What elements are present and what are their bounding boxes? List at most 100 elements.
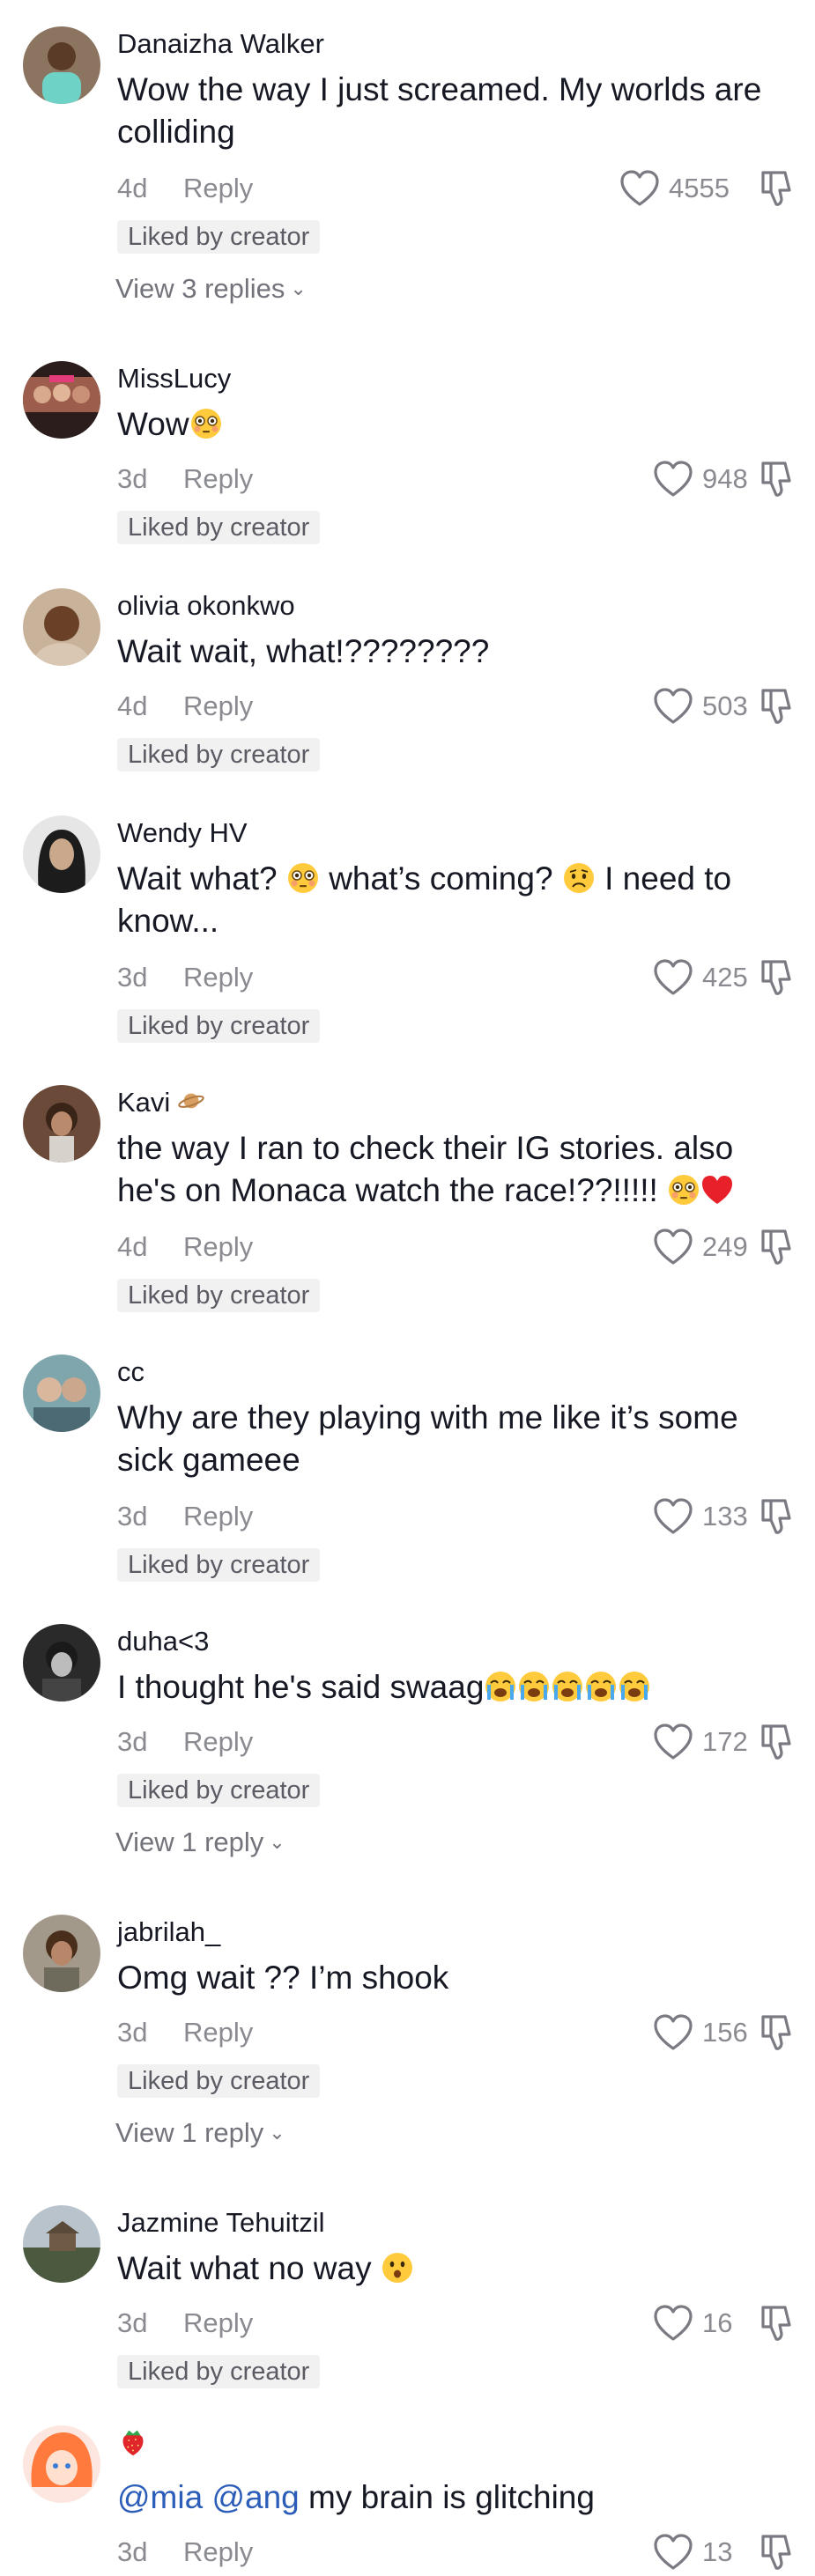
comment-username[interactable]: cc bbox=[117, 1356, 144, 1388]
comment-text: Wait what no way bbox=[117, 2248, 769, 2290]
reply-button[interactable]: Reply bbox=[183, 2307, 253, 2339]
comment-username-text: Kavi bbox=[117, 1087, 171, 1118]
reply-button[interactable]: Reply bbox=[183, 2017, 253, 2048]
thumbs-down-icon[interactable] bbox=[759, 2533, 794, 2572]
comment-meta: 3d Reply 13 bbox=[117, 2533, 796, 2572]
like-group: 948 bbox=[584, 460, 796, 498]
chevron-down-icon: ⌄ bbox=[269, 1831, 285, 1853]
liked-by-creator-badge: Liked by creator bbox=[117, 2355, 321, 2388]
thumbs-down-icon[interactable] bbox=[759, 1497, 794, 1536]
comment-username[interactable]: olivia okonkwo bbox=[117, 590, 295, 622]
flushed-emoji-icon bbox=[189, 407, 223, 440]
view-replies-button[interactable]: View 1 reply ⌄ bbox=[115, 2117, 285, 2149]
chevron-down-icon: ⌄ bbox=[269, 2122, 285, 2144]
comment-meta: 3d Reply 172 bbox=[117, 1723, 796, 1761]
avatar[interactable] bbox=[23, 816, 100, 893]
worried-emoji-icon bbox=[562, 861, 596, 895]
heart-outline-icon[interactable] bbox=[619, 169, 660, 208]
comment-time: 4d bbox=[117, 1231, 148, 1262]
comment-text: Why are they playing with me like it’s s… bbox=[117, 1399, 738, 1478]
comment-text-content: the way I ran to check their IG stories.… bbox=[117, 1130, 734, 1208]
reply-button[interactable]: Reply bbox=[183, 1231, 253, 1263]
view-replies-button[interactable]: View 3 replies ⌄ bbox=[115, 273, 307, 305]
like-group: 503 bbox=[584, 687, 796, 726]
thumbs-down-icon[interactable] bbox=[759, 460, 794, 498]
comment-text: I thought he's said swaag bbox=[117, 1666, 769, 1709]
heart-outline-icon[interactable] bbox=[653, 687, 693, 726]
reply-button[interactable]: Reply bbox=[183, 463, 253, 495]
comment-text: the way I ran to check their IG stories.… bbox=[117, 1127, 769, 1212]
reply-button[interactable]: Reply bbox=[183, 1726, 253, 1758]
liked-by-creator-badge: Liked by creator bbox=[117, 1279, 321, 1312]
like-count: 948 bbox=[702, 463, 748, 494]
thumbs-down-icon[interactable] bbox=[759, 169, 794, 208]
heart-outline-icon[interactable] bbox=[653, 2533, 693, 2572]
comment-username[interactable]: Wendy HV bbox=[117, 817, 248, 849]
flushed-emoji-icon bbox=[667, 1173, 700, 1207]
comment-time: 3d bbox=[117, 1501, 148, 1532]
avatar[interactable] bbox=[23, 1085, 100, 1163]
avatar[interactable] bbox=[23, 588, 100, 666]
liked-by-creator-badge: Liked by creator bbox=[117, 1009, 321, 1043]
liked-by-creator-badge: Liked by creator bbox=[117, 738, 321, 771]
reply-button[interactable]: Reply bbox=[183, 962, 253, 993]
avatar[interactable] bbox=[23, 26, 100, 104]
avatar[interactable] bbox=[23, 1624, 100, 1701]
view-replies-button[interactable]: View 1 reply ⌄ bbox=[115, 1827, 285, 1858]
comment-text: Omg wait ?? I’m shook bbox=[117, 1960, 449, 1996]
comment-text-content: Wait what no way bbox=[117, 2250, 381, 2286]
like-count: 503 bbox=[702, 690, 748, 721]
comment-username[interactable]: Kavi bbox=[117, 1087, 205, 1118]
heart-outline-icon[interactable] bbox=[653, 2013, 693, 2052]
reply-button[interactable]: Reply bbox=[183, 690, 253, 722]
comment-time: 3d bbox=[117, 1726, 148, 1757]
comment-meta: 3d Reply 156 bbox=[117, 2013, 796, 2052]
like-group: 133 bbox=[584, 1497, 796, 1536]
crying-emoji-icon bbox=[551, 1670, 584, 1703]
comment-time: 4d bbox=[117, 690, 148, 721]
heart-outline-icon[interactable] bbox=[653, 2304, 693, 2343]
heart-outline-icon[interactable] bbox=[653, 460, 693, 498]
avatar[interactable] bbox=[23, 2425, 100, 2503]
thumbs-down-icon[interactable] bbox=[759, 2304, 794, 2343]
mention-link[interactable]: @mia bbox=[117, 2479, 203, 2515]
reply-button[interactable]: Reply bbox=[183, 1501, 253, 1532]
reply-button[interactable]: Reply bbox=[183, 173, 253, 204]
reply-button[interactable]: Reply bbox=[183, 2536, 253, 2568]
thumbs-down-icon[interactable] bbox=[759, 2013, 794, 2052]
avatar[interactable] bbox=[23, 2205, 100, 2283]
comment-time: 4d bbox=[117, 173, 148, 203]
avatar[interactable] bbox=[23, 1354, 100, 1432]
liked-by-creator-badge: Liked by creator bbox=[117, 511, 321, 544]
comment-username[interactable]: MissLucy bbox=[117, 363, 231, 395]
mention-link[interactable]: @ang bbox=[211, 2479, 299, 2515]
comment-time: 3d bbox=[117, 2017, 148, 2048]
liked-by-creator-badge: Liked by creator bbox=[117, 1548, 321, 1582]
like-count: 156 bbox=[702, 2017, 748, 2048]
comment-text: Wow bbox=[117, 403, 769, 446]
heart-outline-icon[interactable] bbox=[653, 1228, 693, 1266]
comment-username[interactable]: duha<3 bbox=[117, 1626, 209, 1657]
thumbs-down-icon[interactable] bbox=[759, 1723, 794, 1761]
like-group: 4555 bbox=[584, 169, 796, 208]
comment-text-part: Wait what? bbox=[117, 860, 286, 897]
view-replies-label: View 1 reply bbox=[115, 2117, 264, 2148]
comment-meta: 4d Reply 503 bbox=[117, 687, 796, 726]
comment-username[interactable]: Danaizha Walker bbox=[117, 28, 324, 60]
thumbs-down-icon[interactable] bbox=[759, 687, 794, 726]
like-count: 13 bbox=[702, 2536, 733, 2567]
thumbs-down-icon[interactable] bbox=[759, 1228, 794, 1266]
crying-emoji-icon bbox=[584, 1670, 618, 1703]
crying-emoji-icon bbox=[517, 1670, 551, 1703]
heart-outline-icon[interactable] bbox=[653, 1723, 693, 1761]
heart-outline-icon[interactable] bbox=[653, 958, 693, 997]
comment-username[interactable] bbox=[117, 2425, 149, 2459]
comment-username[interactable]: jabrilah_ bbox=[117, 1916, 220, 1948]
heart-outline-icon[interactable] bbox=[653, 1497, 693, 1536]
comment-username[interactable]: Jazmine Tehuitzil bbox=[117, 2207, 324, 2239]
crying-emoji-icon bbox=[618, 1670, 651, 1703]
comment-meta: 3d Reply 948 bbox=[117, 460, 796, 498]
avatar[interactable] bbox=[23, 1915, 100, 1992]
thumbs-down-icon[interactable] bbox=[759, 958, 794, 997]
avatar[interactable] bbox=[23, 361, 100, 439]
